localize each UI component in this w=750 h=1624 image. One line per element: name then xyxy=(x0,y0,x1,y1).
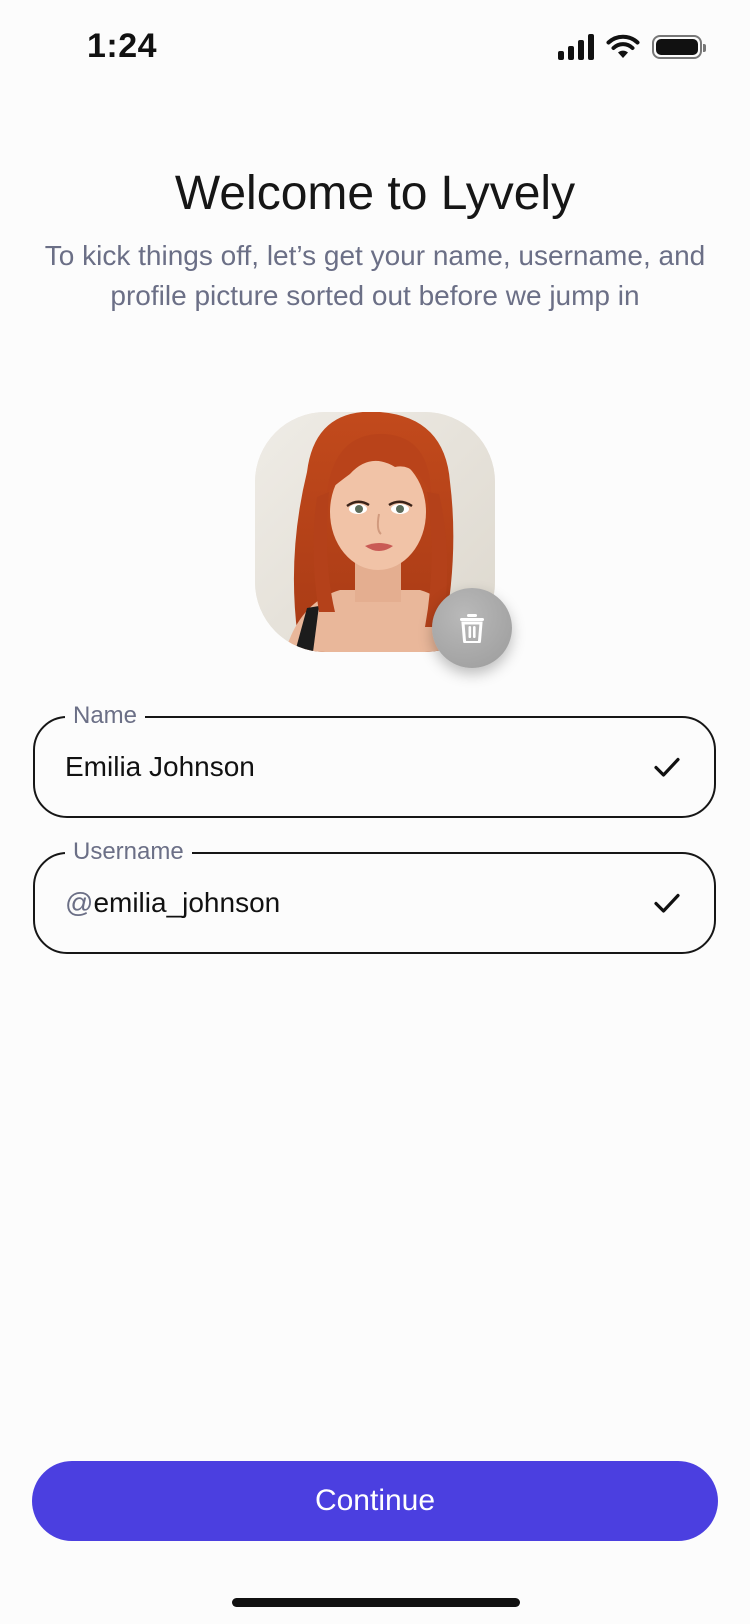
status-time: 1:24 xyxy=(87,27,158,65)
username-input[interactable]: @emilia_johnson xyxy=(65,884,280,922)
profile-setup-screen: 1:24 Welcome to Lyvely To kick things of… xyxy=(0,0,750,1624)
delete-photo-button[interactable] xyxy=(432,588,512,668)
continue-button[interactable]: Continue xyxy=(32,1461,718,1541)
home-indicator[interactable] xyxy=(232,1598,520,1607)
page-subtitle: To kick things off, let’s get your name,… xyxy=(44,240,706,311)
name-input[interactable]: Emilia Johnson xyxy=(65,748,255,786)
status-icons xyxy=(558,34,706,60)
cellular-signal-icon xyxy=(558,34,594,60)
name-field-label: Name xyxy=(65,702,146,730)
battery-icon xyxy=(652,35,706,59)
page-title: Welcome to Lyvely xyxy=(174,167,576,220)
checkmark-icon xyxy=(654,757,680,777)
name-field[interactable]: Name Emilia Johnson xyxy=(33,702,716,818)
username-value: emilia_johnson xyxy=(93,887,281,918)
username-field[interactable]: Username @emilia_johnson xyxy=(33,838,716,954)
checkmark-icon xyxy=(654,893,680,913)
username-field-label: Username xyxy=(65,838,192,866)
trash-icon xyxy=(460,614,484,643)
status-bar: 1:24 xyxy=(0,0,750,100)
username-prefix: @ xyxy=(65,887,94,918)
wifi-icon xyxy=(606,34,640,58)
